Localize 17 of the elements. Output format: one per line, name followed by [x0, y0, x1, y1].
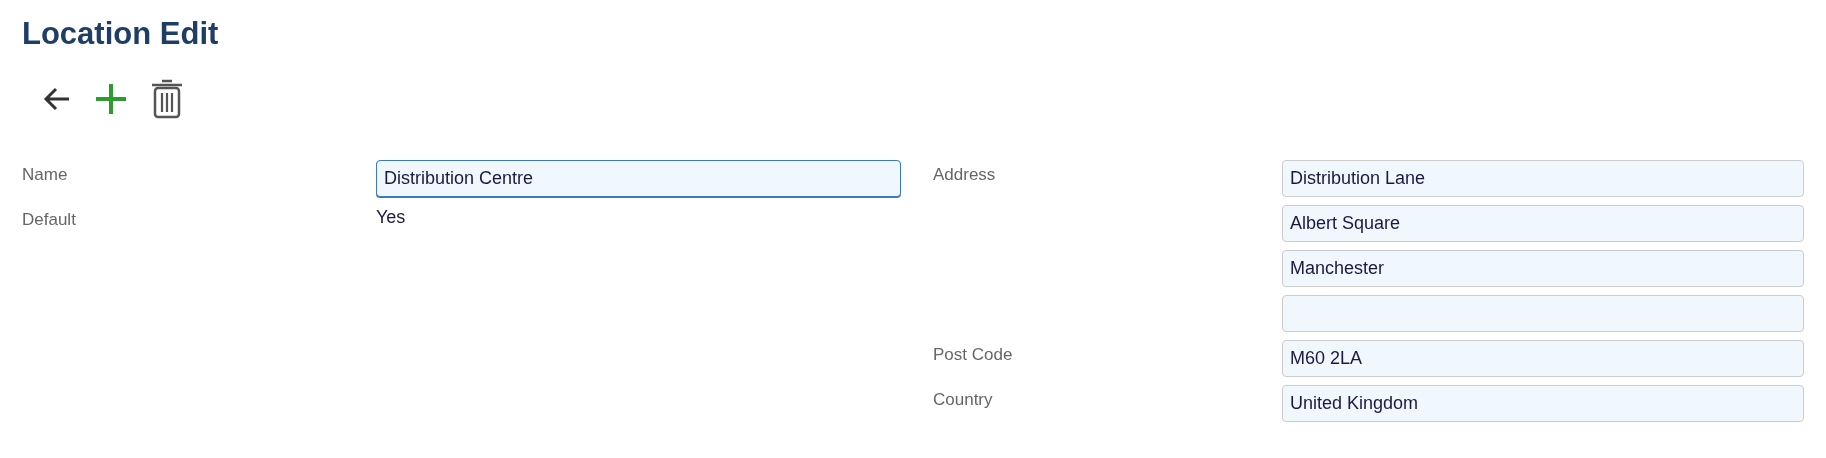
input-field[interactable]: [1282, 295, 1804, 332]
input-field[interactable]: Manchester: [1282, 250, 1804, 287]
field-value: Yes: [376, 206, 406, 228]
field-label: Post Code: [933, 345, 1013, 364]
field-label: Name: [22, 165, 68, 184]
input-field[interactable]: Distribution Lane: [1282, 160, 1804, 197]
input-field[interactable]: Distribution Centre: [376, 160, 901, 197]
back-button[interactable]: [42, 86, 72, 112]
add-button[interactable]: [94, 82, 128, 116]
field-label: Country: [933, 390, 993, 409]
field-label: Address: [933, 165, 996, 184]
input-field[interactable]: M60 2LA: [1282, 340, 1804, 377]
input-field[interactable]: United Kingdom: [1282, 385, 1804, 422]
page-title: Location Edit: [22, 15, 220, 53]
delete-button[interactable]: [150, 79, 184, 119]
input-field[interactable]: Albert Square: [1282, 205, 1804, 242]
field-label: Default: [22, 210, 76, 229]
